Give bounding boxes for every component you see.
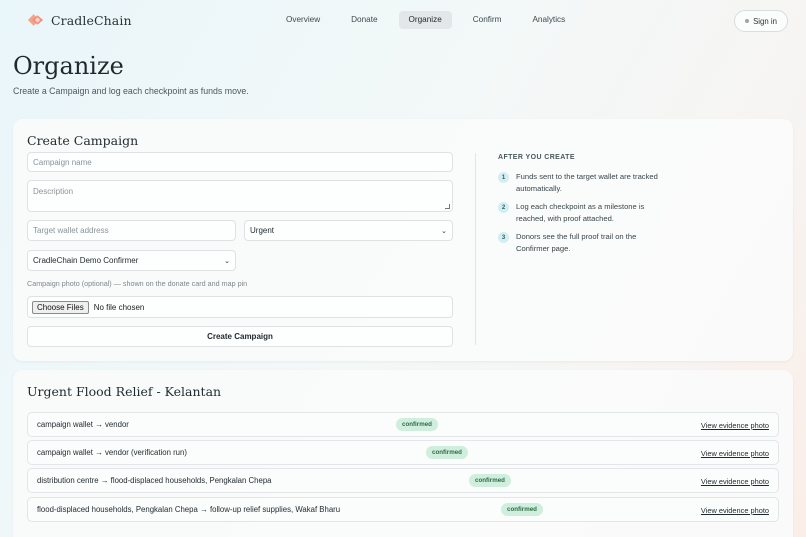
step-text: Log each checkpoint as a milestone is re… — [516, 202, 645, 223]
status-badge: confirmed — [396, 418, 438, 431]
step-item: 3 Donors see the full proof trail on the… — [498, 231, 658, 254]
page-title: Organize — [13, 52, 124, 80]
checkpoint-route: campaign wallet → vendor (verification r… — [37, 448, 187, 457]
photo-file-input: Choose Files No file chosen — [27, 296, 453, 318]
nav-overview[interactable]: Overview — [276, 11, 330, 29]
photo-hint: Campaign photo (optional) — shown on the… — [27, 279, 248, 288]
after-create-heading: AFTER YOU CREATE — [498, 154, 575, 161]
target-wallet-input[interactable]: Target wallet address — [27, 220, 236, 241]
nav-organize[interactable]: Organize — [398, 11, 452, 29]
view-evidence-link[interactable]: View evidence photo — [701, 449, 769, 458]
choose-files-button[interactable]: Choose Files — [32, 300, 89, 314]
checkpoint-route: flood-displaced households, Pengkalan Ch… — [37, 505, 341, 514]
checkpoint-row: campaign wallet → vendor (verification r… — [27, 440, 779, 465]
urgency-value: Urgent — [250, 226, 275, 235]
step-text: Funds sent to the target wallet are trac… — [516, 172, 658, 193]
view-evidence-link[interactable]: View evidence photo — [701, 477, 769, 486]
checkpoint-row: flood-displaced households, Pengkalan Ch… — [27, 497, 779, 522]
status-badge: confirmed — [469, 474, 511, 487]
confirmer-select[interactable]: CradleChain Demo Confirmer ⌄ — [27, 250, 236, 271]
page-subtitle: Create a Campaign and log each checkpoin… — [13, 86, 249, 96]
sign-in-button[interactable]: Sign in — [734, 10, 788, 32]
dot-icon — [745, 19, 750, 23]
step-number: 1 — [498, 172, 509, 183]
chevron-down-icon: ⌄ — [441, 227, 447, 235]
create-campaign-button[interactable]: Create Campaign — [27, 326, 453, 347]
step-item: 1 Funds sent to the target wallet are tr… — [498, 171, 658, 194]
description-textarea[interactable]: Description — [27, 180, 453, 212]
nav-donate[interactable]: Donate — [341, 11, 387, 29]
urgency-select[interactable]: Urgent ⌄ — [244, 220, 453, 241]
cradlechain-logo-icon — [27, 14, 44, 26]
step-item: 2 Log each checkpoint as a milestone is … — [498, 201, 658, 224]
create-campaign-title: Create Campaign — [27, 133, 139, 148]
status-badge: confirmed — [501, 503, 543, 516]
view-evidence-link[interactable]: View evidence photo — [701, 421, 769, 430]
status-badge: confirmed — [426, 446, 468, 459]
description-placeholder: Description — [33, 187, 74, 196]
sign-in-label: Sign in — [753, 16, 777, 26]
checkpoint-route: distribution centre → flood-displaced ho… — [37, 476, 272, 485]
step-number: 2 — [498, 202, 509, 213]
brand[interactable]: CradleChain — [26, 12, 132, 28]
checkpoint-row: distribution centre → flood-displaced ho… — [27, 468, 779, 493]
nav-confirm[interactable]: Confirm — [463, 11, 512, 29]
confirmer-value: CradleChain Demo Confirmer — [33, 256, 139, 265]
view-evidence-link[interactable]: View evidence photo — [701, 506, 769, 515]
campaign-title: Urgent Flood Relief - Kelantan — [27, 384, 222, 399]
create-campaign-card: Create Campaign Campaign name Descriptio… — [13, 119, 793, 361]
campaign-name-input[interactable]: Campaign name — [27, 152, 453, 172]
checkpoint-row: campaign wallet → vendor confirmed View … — [27, 412, 779, 437]
checkpoint-route: campaign wallet → vendor — [37, 420, 129, 429]
chevron-down-icon: ⌄ — [224, 257, 230, 265]
step-number: 3 — [498, 232, 509, 243]
divider — [475, 153, 476, 345]
brand-name: CradleChain — [51, 12, 132, 28]
top-bar: CradleChain Overview Donate Organize Con… — [0, 0, 806, 40]
nav-analytics[interactable]: Analytics — [522, 11, 575, 29]
campaign-card: Urgent Flood Relief - Kelantan campaign … — [13, 370, 793, 537]
file-status: No file chosen — [93, 302, 145, 312]
step-text: Donors see the full proof trail on the C… — [516, 232, 637, 253]
main-nav: Overview Donate Organize Confirm Analyti… — [276, 11, 586, 29]
resize-handle-icon[interactable] — [445, 204, 450, 209]
